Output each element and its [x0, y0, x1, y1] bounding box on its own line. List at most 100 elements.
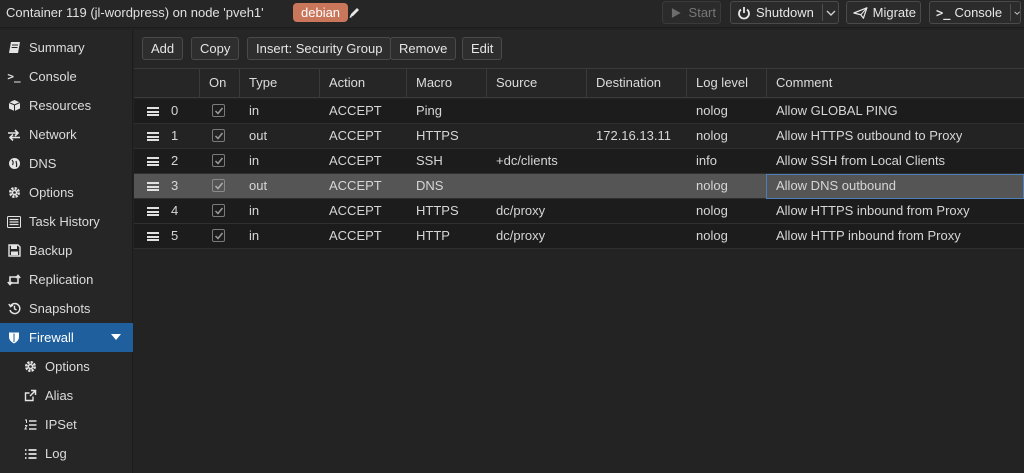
drag-handle-icon[interactable]	[147, 182, 159, 191]
external-link-icon	[23, 389, 37, 403]
sidebar-item-network[interactable]: Network	[0, 120, 133, 149]
enabled-checkbox[interactable]	[212, 129, 225, 142]
copy-button[interactable]: Copy	[191, 37, 240, 60]
cell-destination	[587, 174, 596, 198]
cell-source: +dc/clients	[496, 153, 558, 168]
insert-security-group-button[interactable]: Insert: Security Group	[247, 37, 392, 60]
cell-destination	[587, 199, 596, 223]
enabled-checkbox[interactable]	[212, 204, 225, 217]
cell-source	[487, 124, 496, 148]
sidebar-item-label: Options	[29, 185, 74, 200]
sidebar-item-label: Backup	[29, 243, 73, 258]
shutdown-button[interactable]: Shutdown	[730, 1, 839, 24]
cell-macro: HTTPS	[416, 203, 459, 218]
sidebar-item-console[interactable]: >_ Console	[0, 62, 133, 91]
cell-log-level: nolog	[696, 178, 728, 193]
console-button[interactable]: >_ Console	[929, 1, 1021, 24]
tag-badge[interactable]: debian	[293, 3, 349, 22]
cell-type: in	[249, 203, 260, 218]
book-icon	[7, 41, 21, 55]
cell-comment: Allow HTTPS inbound from Proxy	[776, 203, 970, 218]
start-button[interactable]: Start	[662, 1, 721, 24]
history-icon	[7, 302, 21, 316]
sidebar-item-task-history[interactable]: Task History	[0, 207, 133, 236]
cell-macro: Ping	[416, 103, 443, 118]
sidebar-item-ipset[interactable]: IPSet	[0, 410, 133, 439]
table-row[interactable]: 0 in ACCEPT Ping nolog Allow GLOBAL PING	[134, 99, 1024, 124]
sidebar-item-snapshots[interactable]: Snapshots	[0, 294, 133, 323]
rule-number: 1	[171, 128, 179, 143]
list-icon	[23, 447, 37, 461]
sidebar-item-label: Replication	[29, 272, 94, 287]
start-label: Start	[688, 5, 716, 20]
chevron-down-icon[interactable]	[1014, 9, 1020, 17]
caret-down-icon[interactable]	[111, 334, 121, 340]
sidebar-item-label: Console	[29, 69, 77, 84]
firewall-toolbar: Add Copy Insert: Security Group Remove E…	[134, 30, 1024, 68]
drag-handle-icon[interactable]	[147, 107, 159, 116]
cell-destination: 172.16.13.11	[596, 128, 671, 143]
drag-handle-icon[interactable]	[147, 132, 159, 141]
column-header-log-level[interactable]: Log level	[687, 69, 767, 97]
power-icon	[738, 6, 750, 19]
column-header-macro[interactable]: Macro	[407, 69, 487, 97]
sidebar-item-summary[interactable]: Summary	[0, 33, 133, 62]
sidebar-item-dns[interactable]: DNS	[0, 149, 133, 178]
play-icon	[671, 7, 681, 18]
sidebar-item-firewall[interactable]: Firewall	[0, 323, 133, 352]
column-header-action[interactable]: Action	[320, 69, 407, 97]
table-row[interactable]: 4 in ACCEPT HTTPS dc/proxy nolog Allow H…	[134, 199, 1024, 224]
sidebar-item-options[interactable]: Options	[0, 178, 133, 207]
column-header-source[interactable]: Source	[487, 69, 587, 97]
globe-icon	[7, 157, 21, 171]
enabled-checkbox[interactable]	[212, 179, 225, 192]
table-row[interactable]: 2 in ACCEPT SSH +dc/clients info Allow S…	[134, 149, 1024, 174]
column-header-destination[interactable]: Destination	[587, 69, 687, 97]
cell-type: in	[249, 103, 260, 118]
sidebar-item-label: Alias	[45, 388, 74, 403]
table-row[interactable]: 1 out ACCEPT HTTPS 172.16.13.11 nolog Al…	[134, 124, 1024, 149]
sidebar-item-alias[interactable]: Alias	[0, 381, 133, 410]
cell-source	[487, 174, 496, 198]
column-header-on[interactable]: On	[200, 69, 240, 97]
drag-handle-icon[interactable]	[147, 232, 159, 241]
sidebar-item-label: Options	[45, 359, 90, 374]
sidebar-item-label: Task History	[29, 214, 100, 229]
sidebar-item-resources[interactable]: Resources	[0, 91, 133, 120]
cell-comment: Allow GLOBAL PING	[776, 103, 898, 118]
cell-comment: Allow SSH from Local Clients	[776, 153, 946, 168]
enabled-checkbox[interactable]	[212, 229, 225, 242]
table-row-selected[interactable]: 3 out ACCEPT DNS nolog Allow DNS outboun…	[134, 174, 1024, 199]
page-title: Container 119 (jl-wordpress) on node 'pv…	[6, 5, 264, 20]
cell-log-level: nolog	[696, 103, 728, 118]
cell-log-level: nolog	[696, 228, 728, 243]
add-button[interactable]: Add	[142, 37, 184, 60]
terminal-icon: >_	[7, 70, 21, 83]
enabled-checkbox[interactable]	[212, 154, 225, 167]
list-ol-icon	[23, 418, 37, 432]
edit-button[interactable]: Edit	[462, 37, 503, 60]
cell-action: ACCEPT	[329, 178, 382, 193]
column-header-type[interactable]: Type	[240, 69, 320, 97]
cell-action: ACCEPT	[329, 228, 382, 243]
pencil-icon[interactable]	[348, 5, 360, 19]
cell-action: ACCEPT	[329, 128, 382, 143]
chevron-down-icon[interactable]	[826, 9, 836, 17]
enabled-checkbox[interactable]	[212, 104, 225, 117]
table-row[interactable]: 5 in ACCEPT HTTP dc/proxy nolog Allow HT…	[134, 224, 1024, 249]
cell-comment: Allow HTTP inbound from Proxy	[776, 228, 961, 243]
sidebar-item-firewall-options[interactable]: Options	[0, 352, 133, 381]
sidebar: Summary >_ Console Resources Network DNS…	[0, 30, 133, 473]
sidebar-item-backup[interactable]: Backup	[0, 236, 133, 265]
sidebar-item-label: DNS	[29, 156, 57, 171]
remove-button[interactable]: Remove	[390, 37, 457, 60]
drag-handle-icon[interactable]	[147, 207, 159, 216]
sidebar-item-log[interactable]: Log	[0, 439, 133, 468]
cell-source	[487, 99, 496, 123]
column-header-comment[interactable]: Comment	[767, 69, 1024, 97]
migrate-label: Migrate	[872, 5, 916, 20]
sidebar-item-replication[interactable]: Replication	[0, 265, 133, 294]
drag-handle-icon[interactable]	[147, 157, 159, 166]
shutdown-label: Shutdown	[756, 5, 814, 20]
migrate-button[interactable]: Migrate	[846, 1, 921, 24]
